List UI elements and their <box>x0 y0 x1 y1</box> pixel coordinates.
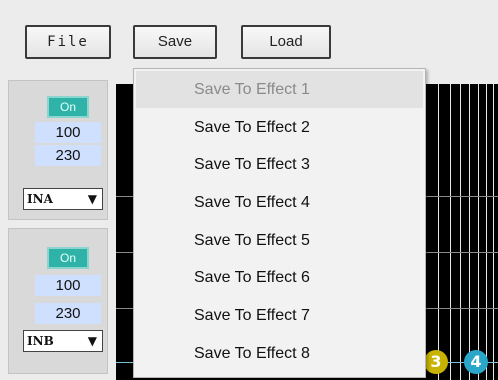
grid-line <box>486 84 487 380</box>
grid-line <box>478 84 479 380</box>
channel-a-panel: On 100 230 INA ▼ <box>8 80 108 220</box>
save-button[interactable]: Save <box>133 25 217 59</box>
channel-b-value-1[interactable]: 100 <box>35 275 101 296</box>
channel-a-input-select[interactable]: INA ▼ <box>23 188 103 210</box>
grid-line <box>469 84 470 380</box>
channel-a-input-value: INA <box>27 192 53 206</box>
file-button[interactable]: File <box>25 25 111 59</box>
eq-band-marker-3[interactable]: 3 <box>424 350 448 374</box>
menu-item-save-effect-7[interactable]: Save To Effect 7 <box>136 297 423 334</box>
grid-line <box>460 84 461 380</box>
channel-a-value-1[interactable]: 100 <box>35 122 101 143</box>
menu-item-save-effect-3[interactable]: Save To Effect 3 <box>136 146 423 183</box>
eq-band-marker-4[interactable]: 4 <box>464 350 488 374</box>
channel-a-on-button[interactable]: On <box>47 96 89 118</box>
channel-b-value-2[interactable]: 230 <box>35 303 101 324</box>
menu-item-save-effect-2[interactable]: Save To Effect 2 <box>136 109 423 146</box>
channel-b-input-value: INB <box>27 334 54 348</box>
menu-item-save-effect-5[interactable]: Save To Effect 5 <box>136 222 423 259</box>
grid-line <box>450 84 451 380</box>
chevron-down-icon: ▼ <box>87 334 97 348</box>
menu-item-save-effect-6[interactable]: Save To Effect 6 <box>136 259 423 296</box>
channel-b-input-select[interactable]: INB ▼ <box>23 330 103 352</box>
save-dropdown-menu: Save To Effect 1 Save To Effect 2 Save T… <box>133 68 426 378</box>
chevron-down-icon: ▼ <box>87 192 97 206</box>
channel-b-on-button[interactable]: On <box>47 247 89 269</box>
channel-a-value-2[interactable]: 230 <box>35 145 101 166</box>
load-button[interactable]: Load <box>241 25 331 59</box>
channel-b-panel: On 100 230 INB ▼ <box>8 228 108 374</box>
menu-item-save-effect-1[interactable]: Save To Effect 1 <box>136 71 423 108</box>
grid-line <box>493 84 494 380</box>
grid-line <box>438 84 439 380</box>
menu-item-save-effect-8[interactable]: Save To Effect 8 <box>136 335 423 372</box>
menu-item-save-effect-4[interactable]: Save To Effect 4 <box>136 184 423 221</box>
toolbar: File Save Load <box>0 0 498 76</box>
